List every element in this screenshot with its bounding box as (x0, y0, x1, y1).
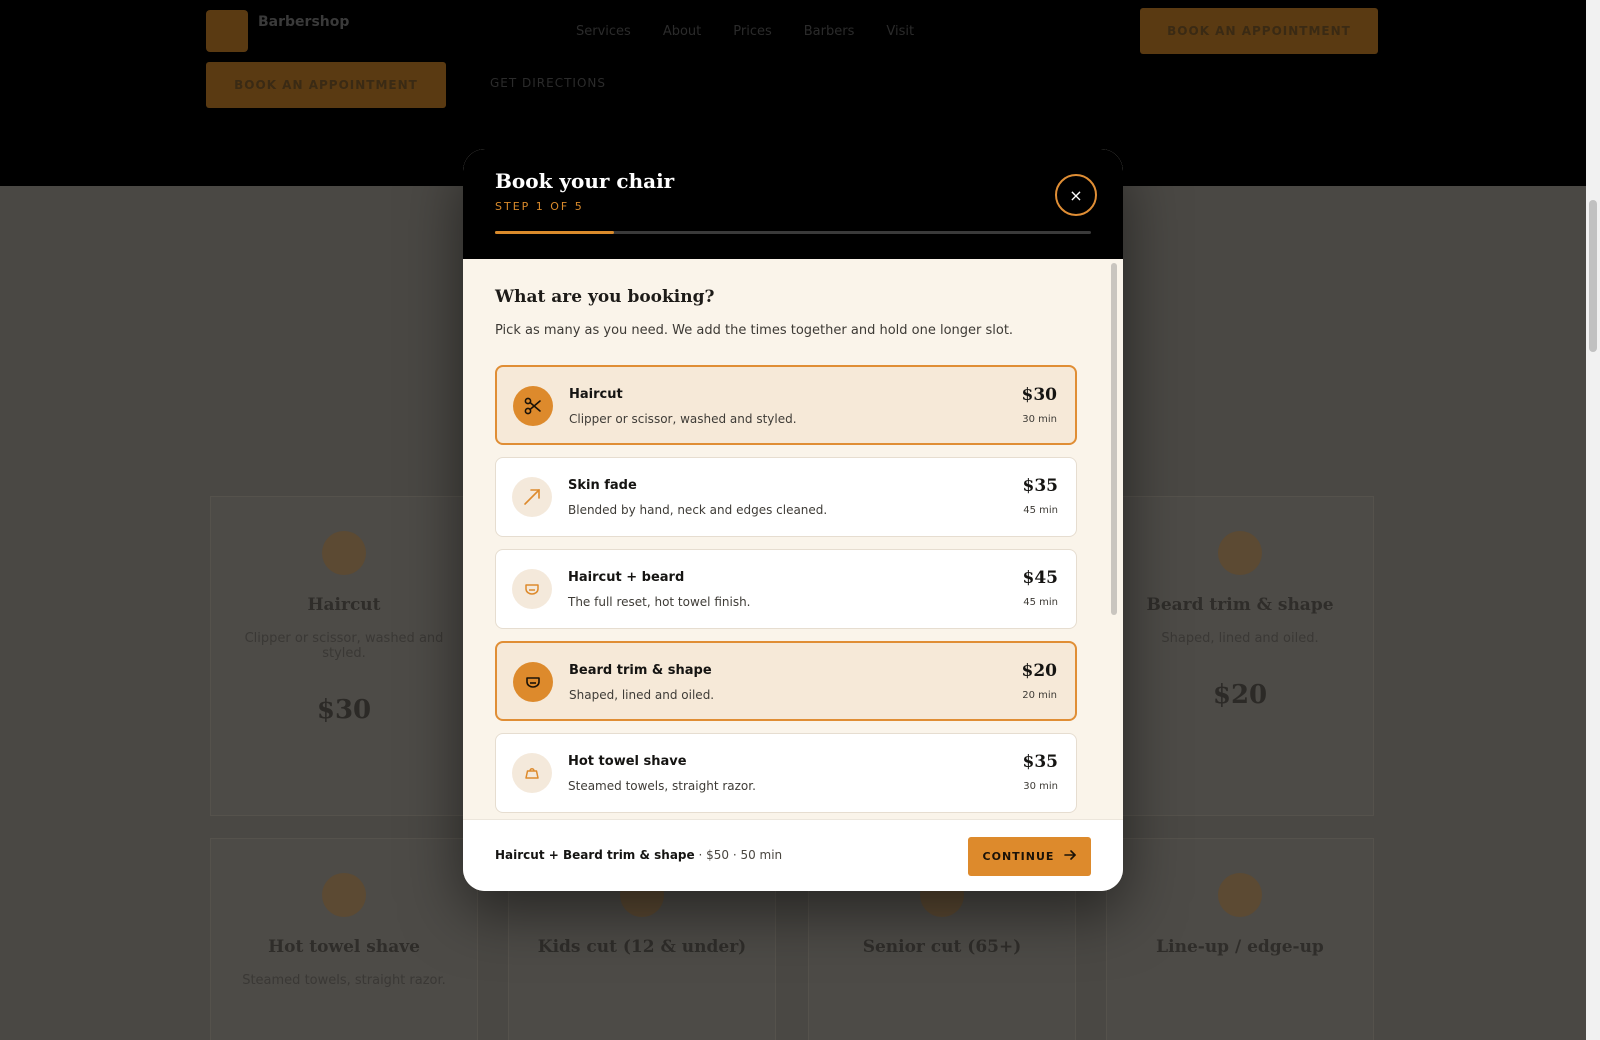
scissors-icon (513, 386, 553, 426)
towel-icon (512, 753, 552, 793)
service-price: $35 (1022, 476, 1059, 496)
question-title: What are you booking? (495, 287, 715, 307)
hero-book-button[interactable]: BOOK AN APPOINTMENT (206, 62, 446, 108)
nav-item[interactable]: Barbers (804, 24, 855, 39)
brand-name: Barbershop (258, 14, 350, 30)
card-title: Senior cut (65+) (862, 937, 1022, 957)
razor-icon (1218, 873, 1262, 917)
modal-scrollbar-thumb[interactable] (1111, 263, 1117, 615)
modal-footer: Haircut + Beard trim & shape · $50 · 50 … (463, 819, 1123, 891)
booking-modal: Book your chair STEP 1 OF 5 × What are y… (463, 149, 1123, 891)
service-option-hot-towel-shave[interactable]: Hot towel shave Steamed towels, straight… (495, 733, 1077, 813)
service-price: $20 (1021, 661, 1058, 681)
service-duration: 45 min (1023, 597, 1058, 608)
service-option-haircut[interactable]: Haircut Clipper or scissor, washed and s… (495, 365, 1077, 445)
beard-icon (513, 662, 553, 702)
modal-title: Book your chair (495, 169, 675, 193)
card-title: Kids cut (12 & under) (537, 937, 747, 957)
service-card: Hot towel shave Steamed towels, straight… (210, 838, 478, 1040)
main-nav: Services About Prices Barbers Visit (576, 24, 914, 39)
card-price: $20 (1212, 680, 1268, 710)
service-name: Skin fade (568, 478, 637, 493)
directions-link[interactable]: GET DIRECTIONS (490, 76, 606, 90)
service-price: $35 (1022, 752, 1059, 772)
service-duration: 45 min (1023, 505, 1058, 516)
service-name: Haircut + beard (568, 570, 685, 585)
service-name: Haircut (569, 387, 623, 402)
card-desc: Steamed towels, straight razor. (242, 973, 446, 988)
selection-summary: Haircut + Beard trim & shape · $50 · 50 … (495, 848, 782, 862)
close-icon: × (1069, 185, 1083, 205)
service-duration: 20 min (1022, 690, 1057, 701)
modal-body: What are you booking? Pick as many as yo… (463, 259, 1123, 819)
service-desc: Shaped, lined and oiled. (569, 688, 715, 702)
service-desc: Blended by hand, neck and edges cleaned. (568, 503, 828, 517)
selected-services: Haircut + Beard trim & shape (495, 848, 695, 862)
continue-label: CONTINUE (982, 850, 1055, 863)
card-title: Hot towel shave (268, 937, 420, 957)
service-card: Line-up / edge-up (1106, 838, 1374, 1040)
service-price: $45 (1022, 568, 1059, 588)
service-duration: 30 min (1022, 414, 1057, 425)
card-price: $30 (316, 695, 372, 725)
modal-scrollbar[interactable] (1109, 261, 1119, 817)
nav-item[interactable]: Prices (733, 24, 772, 39)
page-scrollbar[interactable] (1586, 0, 1600, 1040)
card-desc: Clipper or scissor, washed and styled. (244, 631, 444, 661)
modal-header: Book your chair STEP 1 OF 5 × (463, 149, 1123, 259)
towel-icon (322, 873, 366, 917)
progress-bar (495, 231, 1091, 234)
beard-icon (512, 569, 552, 609)
service-name: Beard trim & shape (569, 663, 712, 678)
service-option-beard-trim[interactable]: Beard trim & shape Shaped, lined and oil… (495, 641, 1077, 721)
nav-item[interactable]: Visit (886, 24, 914, 39)
arrow-right-icon (1064, 849, 1077, 864)
service-desc: Clipper or scissor, washed and styled. (569, 412, 797, 426)
nav-book-button[interactable]: BOOK AN APPOINTMENT (1140, 8, 1378, 54)
service-card: Haircut Clipper or scissor, washed and s… (210, 496, 478, 816)
card-title: Beard trim & shape (1146, 595, 1334, 615)
service-option-skin-fade[interactable]: Skin fade Blended by hand, neck and edge… (495, 457, 1077, 537)
arrow-diagonal-icon (512, 477, 552, 517)
close-button[interactable]: × (1055, 174, 1097, 216)
nav-item[interactable]: About (663, 24, 701, 39)
beard-icon (1218, 531, 1262, 575)
service-duration: 30 min (1023, 781, 1058, 792)
question-subtitle: Pick as many as you need. We add the tim… (495, 323, 1014, 338)
continue-button[interactable]: CONTINUE (968, 837, 1091, 876)
service-desc: Steamed towels, straight razor. (568, 779, 756, 793)
service-name: Hot towel shave (568, 754, 687, 769)
selection-total: · $50 · 50 min (694, 848, 783, 862)
scissors-icon (322, 531, 366, 575)
service-desc: The full reset, hot towel finish. (568, 595, 751, 609)
service-option-haircut-beard[interactable]: Haircut + beard The full reset, hot towe… (495, 549, 1077, 629)
service-price: $30 (1021, 385, 1058, 405)
step-indicator: STEP 1 OF 5 (495, 200, 584, 213)
card-desc: Shaped, lined and oiled. (1161, 631, 1319, 646)
nav-item[interactable]: Services (576, 24, 631, 39)
card-title: Haircut (307, 595, 381, 615)
card-title: Line-up / edge-up (1156, 937, 1324, 957)
brand-logo (206, 10, 248, 52)
progress-bar-fill (495, 231, 615, 234)
page-scrollbar-thumb[interactable] (1589, 200, 1597, 352)
service-card: Beard trim & shape Shaped, lined and oil… (1106, 496, 1374, 816)
